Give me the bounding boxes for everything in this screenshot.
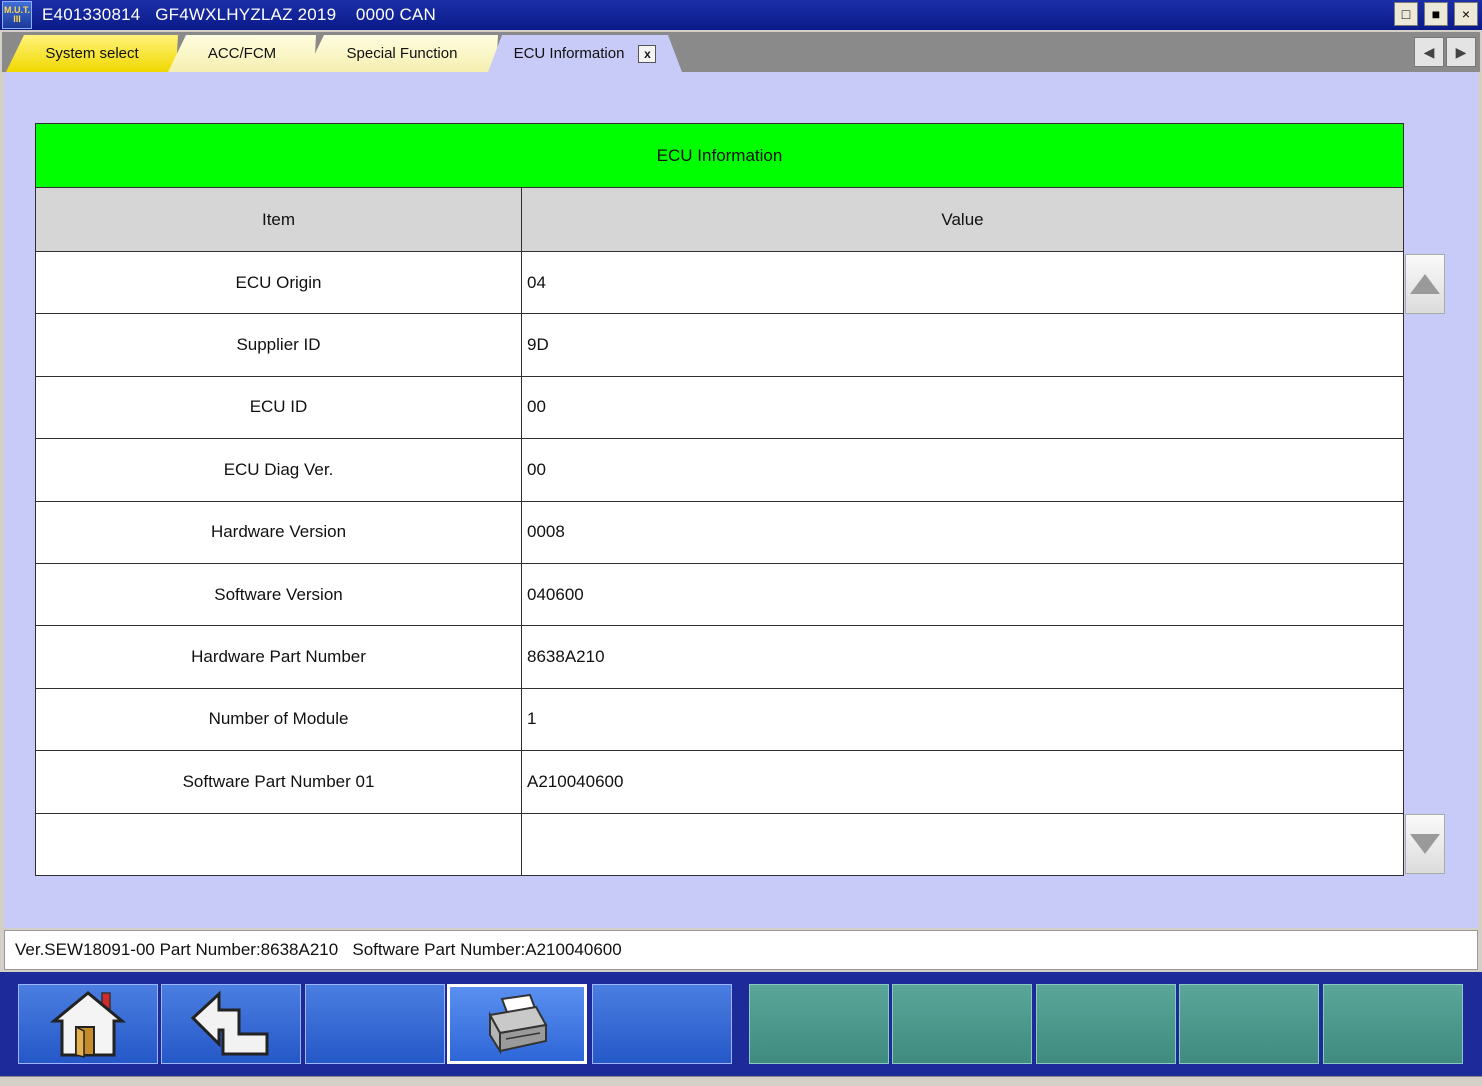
print-icon (488, 993, 548, 1055)
table-row[interactable] (35, 812, 1405, 876)
row-item: Supplier ID (35, 313, 522, 377)
bottom-toolbar (0, 972, 1482, 1076)
row-value: 1 (520, 687, 1405, 752)
row-item: Software Part Number 01 (35, 750, 522, 814)
tab-close-icon[interactable]: x (638, 45, 656, 63)
tab-scroll-right-icon[interactable]: ▶ (1446, 37, 1476, 67)
function-button-1[interactable] (749, 984, 889, 1064)
toolbar-button-blank-2[interactable] (592, 984, 732, 1064)
row-value (520, 812, 1405, 876)
row-value: 8638A210 (520, 625, 1405, 689)
row-item: Software Version (35, 562, 522, 627)
table-row[interactable]: Supplier ID 9D (35, 313, 1405, 377)
tab-scroll-left-icon[interactable]: ◀ (1414, 37, 1444, 67)
bottom-strip (0, 1076, 1482, 1086)
tab-ecu-information[interactable]: ECU Information x (488, 35, 682, 72)
close-button[interactable]: × (1454, 2, 1478, 26)
table-scrollbar[interactable] (1405, 254, 1445, 874)
tab-system-select[interactable]: System select (6, 35, 178, 72)
row-value: 040600 (520, 562, 1405, 627)
restore-button[interactable]: □ (1394, 2, 1418, 26)
ecu-info-table: ECU Information Item Value ECU Origin 04… (34, 123, 1405, 876)
maximize-button[interactable]: ■ (1424, 2, 1448, 26)
tab-label: System select (45, 45, 139, 62)
table-row[interactable]: ECU ID 00 (35, 375, 1405, 440)
function-button-3[interactable] (1036, 984, 1176, 1064)
tab-label: Special Function (346, 45, 458, 62)
row-value: 00 (520, 375, 1405, 440)
table-row[interactable]: Hardware Version 0008 (35, 500, 1405, 564)
function-button-5[interactable] (1323, 984, 1463, 1064)
column-header-item: Item (35, 187, 522, 252)
back-button[interactable] (161, 984, 301, 1064)
back-icon (190, 990, 269, 1056)
scroll-down-button[interactable] (1405, 814, 1445, 874)
app-logo: M.U.T. III (2, 1, 32, 29)
tab-acc-fcm[interactable]: ACC/FCM (168, 35, 316, 72)
content-area: ECU Information Item Value ECU Origin 04… (4, 72, 1478, 928)
row-item: Number of Module (35, 687, 522, 752)
tab-label: ACC/FCM (207, 45, 277, 62)
title-bar: M.U.T. III E401330814 GF4WXLHYZLAZ 2019 … (0, 0, 1482, 30)
tab-strip: System select ACC/FCM Special Function E… (2, 32, 1480, 72)
arrow-down-icon (1410, 834, 1440, 854)
home-button[interactable] (18, 984, 158, 1064)
home-icon (50, 991, 126, 1058)
row-value: 04 (520, 250, 1405, 315)
table-row[interactable]: ECU Diag Ver. 00 (35, 438, 1405, 502)
function-button-2[interactable] (892, 984, 1032, 1064)
row-value: A210040600 (520, 750, 1405, 814)
scroll-up-button[interactable] (1405, 254, 1445, 314)
tab-label: ECU Information (513, 45, 625, 62)
toolbar-button-blank-1[interactable] (305, 984, 445, 1064)
row-item: Hardware Version (35, 500, 522, 564)
row-item (35, 812, 522, 876)
row-value: 9D (520, 313, 1405, 377)
row-item: ECU ID (35, 375, 522, 440)
table-row[interactable]: Number of Module 1 (35, 687, 1405, 752)
arrow-up-icon (1410, 274, 1440, 294)
table-row[interactable]: ECU Origin 04 (35, 250, 1405, 315)
row-value: 00 (520, 438, 1405, 502)
row-value: 0008 (520, 500, 1405, 564)
row-item: ECU Diag Ver. (35, 438, 522, 502)
tab-special-function[interactable]: Special Function (306, 35, 498, 72)
window-title: E401330814 GF4WXLHYZLAZ 2019 0000 CAN (42, 5, 436, 24)
table-row[interactable]: Hardware Part Number 8638A210 (35, 625, 1405, 689)
status-bar: Ver.SEW18091-00 Part Number:8638A210 Sof… (4, 930, 1478, 970)
table-row[interactable]: Software Version 040600 (35, 562, 1405, 627)
row-item: Hardware Part Number (35, 625, 522, 689)
print-button[interactable] (447, 984, 587, 1064)
table-row[interactable]: Software Part Number 01 A210040600 (35, 750, 1405, 814)
column-header-value: Value (520, 187, 1405, 252)
row-item: ECU Origin (35, 250, 522, 315)
function-button-4[interactable] (1179, 984, 1319, 1064)
table-caption: ECU Information (34, 123, 1405, 188)
